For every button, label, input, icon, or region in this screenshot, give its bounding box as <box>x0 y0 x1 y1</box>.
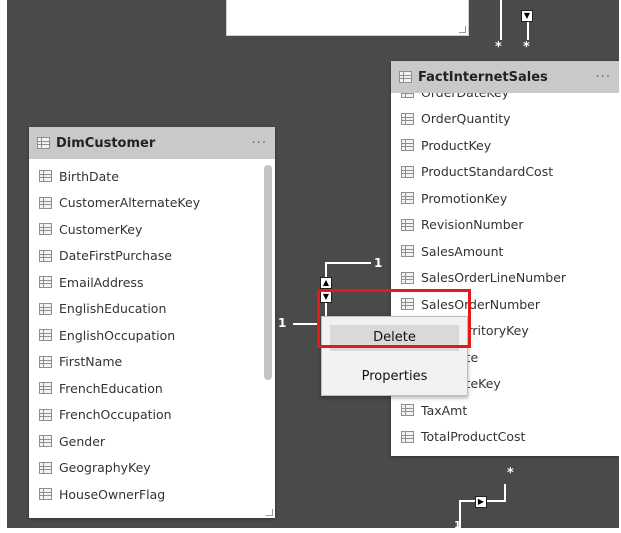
column-icon <box>39 329 52 342</box>
properties-menu-item[interactable]: Properties <box>322 366 467 388</box>
cardinality-many-label: * <box>507 466 514 481</box>
table-grid-icon <box>399 71 412 83</box>
field-name: FrenchEducation <box>59 380 163 396</box>
field-name: TotalProductCost <box>421 429 526 445</box>
field-name: TaxAmt <box>421 402 468 418</box>
field-row[interactable]: CustomerKey <box>29 216 275 243</box>
more-options-button[interactable]: ··· <box>596 70 611 85</box>
column-icon <box>401 218 414 231</box>
highlight-box <box>317 289 471 348</box>
column-icon <box>39 196 52 209</box>
factinternetsales-table-card[interactable]: FactInternetSales ··· OrderDateKey Order… <box>391 61 619 456</box>
field-name: EmailAddress <box>59 274 144 290</box>
field-row[interactable]: OrderQuantity <box>391 106 619 133</box>
column-icon <box>39 276 52 289</box>
field-name: HouseOwnerFlag <box>59 486 166 502</box>
field-name: PromotionKey <box>421 190 508 206</box>
field-row[interactable]: EnglishEducation <box>29 296 275 323</box>
field-name: ProductKey <box>421 137 492 153</box>
scrollbar[interactable] <box>264 165 272 380</box>
column-icon <box>401 192 414 205</box>
field-name: DateFirstPurchase <box>59 248 172 264</box>
field-row[interactable]: FrenchOccupation <box>29 402 275 429</box>
field-name: SalesOrderLineNumber <box>421 270 567 286</box>
field-name: EnglishEducation <box>59 301 167 317</box>
field-row[interactable]: EmailAddress <box>29 269 275 296</box>
resize-handle[interactable] <box>459 26 466 33</box>
field-row[interactable]: TotalProductCost <box>391 424 619 451</box>
column-icon <box>39 488 52 501</box>
field-name: FirstName <box>59 354 123 370</box>
column-icon <box>401 139 414 152</box>
column-icon <box>39 249 52 262</box>
cardinality-one-label: 1 <box>454 520 461 528</box>
field-name: OrderQuantity <box>421 111 511 127</box>
column-icon <box>39 461 52 474</box>
column-icon <box>401 404 414 417</box>
model-canvas[interactable]: ▼ * * DimCustomer ··· BirthDate Customer… <box>7 0 619 528</box>
filter-direction-icon: ▶ <box>475 496 487 508</box>
field-name: GeographyKey <box>59 460 151 476</box>
field-name: Gender <box>59 433 106 449</box>
relationship-line[interactable] <box>325 262 371 264</box>
column-icon <box>39 435 52 448</box>
relationship-line-bottom[interactable] <box>504 484 506 502</box>
table-card-top[interactable] <box>226 0 469 36</box>
filter-direction-icon: ▲ <box>320 277 332 289</box>
column-icon <box>39 223 52 236</box>
field-row[interactable]: ProductStandardCost <box>391 159 619 186</box>
field-list: BirthDate CustomerAlternateKey CustomerK… <box>29 159 275 508</box>
dimcustomer-table-card[interactable]: DimCustomer ··· BirthDate CustomerAltern… <box>29 127 275 518</box>
relationship-line-top-2[interactable] <box>527 22 529 40</box>
field-name: CustomerKey <box>59 221 143 237</box>
more-options-button[interactable]: ··· <box>252 136 267 151</box>
field-name: FrenchOccupation <box>59 407 172 423</box>
filter-direction-icon: ▼ <box>521 10 533 22</box>
table-header[interactable]: DimCustomer ··· <box>29 127 275 159</box>
column-icon <box>39 170 52 183</box>
field-row[interactable]: DateFirstPurchase <box>29 243 275 270</box>
field-row[interactable]: PromotionKey <box>391 185 619 212</box>
field-row[interactable]: HouseOwnerFlag <box>29 481 275 508</box>
table-grid-icon <box>37 137 50 149</box>
field-row[interactable]: FrenchEducation <box>29 375 275 402</box>
field-row[interactable]: SalesAmount <box>391 238 619 265</box>
column-icon <box>401 271 414 284</box>
field-name: BirthDate <box>59 168 119 184</box>
column-icon <box>401 112 414 125</box>
field-row[interactable]: GeographyKey <box>29 455 275 482</box>
field-name: CustomerAlternateKey <box>59 195 201 211</box>
cardinality-many-label: * <box>495 40 502 55</box>
field-row[interactable]: Gender <box>29 428 275 455</box>
field-row[interactable]: CustomerAlternateKey <box>29 190 275 217</box>
field-row[interactable]: BirthDate <box>29 163 275 190</box>
column-icon <box>401 165 414 178</box>
field-row[interactable]: ProductKey <box>391 132 619 159</box>
table-header[interactable]: FactInternetSales ··· <box>391 61 619 93</box>
field-name: SalesAmount <box>421 243 504 259</box>
field-row[interactable]: SalesOrderLineNumber <box>391 265 619 292</box>
table-title: FactInternetSales <box>418 69 548 85</box>
relationship-line[interactable] <box>293 323 317 325</box>
cardinality-many-label: * <box>523 40 530 55</box>
field-name: EnglishOccupation <box>59 327 176 343</box>
cardinality-one-label: 1 <box>374 256 383 270</box>
column-icon <box>39 382 52 395</box>
field-name: ProductStandardCost <box>421 164 554 180</box>
field-row[interactable]: TaxAmt <box>391 397 619 424</box>
column-icon <box>401 245 414 258</box>
field-row[interactable]: EnglishOccupation <box>29 322 275 349</box>
relationship-line-top[interactable] <box>500 0 502 40</box>
cardinality-one-label: 1 <box>278 316 287 330</box>
column-icon <box>401 430 414 443</box>
column-icon <box>39 302 52 315</box>
column-icon <box>39 355 52 368</box>
column-icon <box>39 408 52 421</box>
field-row[interactable]: RevisionNumber <box>391 212 619 239</box>
table-title: DimCustomer <box>56 135 156 151</box>
resize-handle[interactable] <box>266 509 273 516</box>
field-row[interactable]: FirstName <box>29 349 275 376</box>
field-name: RevisionNumber <box>421 217 524 233</box>
